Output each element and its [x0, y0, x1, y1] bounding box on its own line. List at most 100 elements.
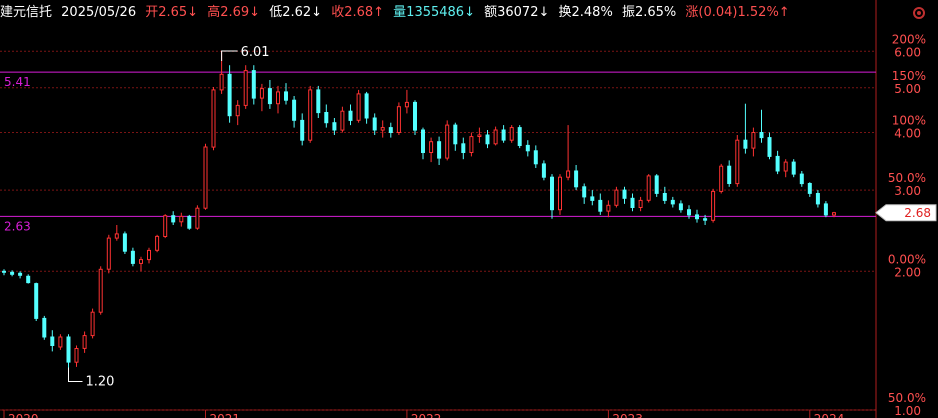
annotations-layer: 6.01 1.20 5.41 2.63 2.68 [4, 45, 937, 390]
open-price: 开2.65↓ [145, 5, 199, 20]
candle [316, 85, 321, 118]
candle-body [18, 272, 23, 276]
gear-icon[interactable] [912, 6, 926, 20]
candle-body [203, 146, 208, 209]
high-price: 高2.69↓ [207, 5, 261, 20]
candle-body [807, 183, 812, 194]
x-tick-label: 2021 [210, 412, 241, 418]
candle [404, 89, 409, 114]
candle-body [259, 88, 264, 99]
candle-body [82, 335, 87, 349]
change: 涨(0.04)1.52%↑ [685, 5, 790, 20]
x-tick-label: 2023 [612, 412, 643, 418]
candle [2, 269, 6, 276]
stock-name[interactable]: 建元信托 [0, 5, 52, 20]
candle [541, 160, 546, 181]
candle-body [372, 117, 377, 131]
candle [26, 274, 31, 284]
pct-tick-label: 200% [892, 32, 926, 46]
candle [751, 127, 756, 157]
candle [574, 165, 579, 191]
candle-body [678, 203, 683, 211]
candle [179, 212, 184, 227]
candle [130, 247, 135, 267]
candle [525, 140, 530, 157]
candle-body [2, 270, 6, 273]
candle-body [139, 259, 143, 264]
candle [348, 104, 353, 126]
candle [114, 225, 119, 241]
candle [461, 137, 466, 160]
candle [799, 171, 804, 187]
candle-body [501, 129, 506, 141]
candle [364, 91, 369, 124]
candle-body [26, 275, 31, 284]
candle-body [243, 70, 248, 106]
turnover: 换2.48% [558, 5, 613, 20]
close-price: 收2.68↑ [331, 5, 385, 20]
candle-body [364, 93, 369, 119]
candle [727, 160, 732, 187]
candle-body [195, 207, 200, 229]
candle [550, 174, 554, 219]
candle [743, 103, 748, 154]
candle [396, 102, 401, 135]
candle-body [815, 193, 820, 205]
candle-body [187, 215, 192, 229]
candle-body [106, 237, 111, 270]
candle-body [74, 348, 79, 363]
x-tick-label: 2024 [814, 412, 845, 418]
candle [598, 193, 603, 215]
candle [630, 193, 635, 212]
right-axis-labels: 6.00200%5.00150%4.00100%3.0050.0%2.000.0… [888, 32, 926, 418]
candle-body [533, 150, 538, 165]
candle-body [614, 189, 619, 206]
candle-body [219, 73, 224, 91]
candle [670, 196, 675, 208]
candle-body [284, 91, 288, 101]
max-marker-line [221, 50, 238, 61]
candle-body [10, 271, 15, 275]
candle [421, 127, 425, 160]
candle [711, 188, 716, 223]
candle [251, 65, 256, 105]
candle-body [300, 119, 305, 141]
max-price-label: 6.01 [241, 45, 270, 60]
candle [324, 104, 329, 128]
candle-body [525, 144, 530, 152]
candle-body [66, 336, 71, 363]
candle-body [276, 91, 280, 105]
quote-date: 2025/05/26 [61, 5, 137, 20]
candle [759, 109, 764, 143]
quote-header: 建元信托 2025/05/26 开2.65↓ 高2.69↓ 低2.62↓ 收2.… [0, 0, 870, 26]
candle-body [227, 73, 232, 117]
candle-body [751, 132, 756, 149]
candle-body [421, 129, 425, 153]
amount: 额36072↓ [484, 5, 550, 20]
pct-tick-label: 150% [892, 69, 926, 83]
candle [139, 256, 143, 272]
candle-body [493, 129, 498, 145]
candle-body [42, 317, 47, 338]
candle [429, 137, 434, 163]
candle-body [590, 196, 595, 201]
candle [654, 174, 659, 197]
candle [815, 190, 820, 208]
x-tick-label: 2020 [8, 412, 39, 418]
candle-body [163, 215, 168, 237]
candle-body [332, 122, 337, 131]
candle [791, 159, 796, 178]
price-tick-label: 6.00 [894, 45, 921, 59]
guide-lines [0, 71, 876, 217]
candle [807, 182, 812, 197]
candle [558, 174, 562, 215]
candle-body [316, 89, 321, 114]
candle [340, 106, 345, 133]
candle-body [122, 233, 127, 252]
candle-body [517, 127, 522, 146]
candle-body [155, 235, 160, 251]
candle-body [662, 193, 667, 201]
candle-body [485, 134, 490, 145]
candle-body [654, 175, 659, 194]
candle-body [292, 99, 297, 121]
